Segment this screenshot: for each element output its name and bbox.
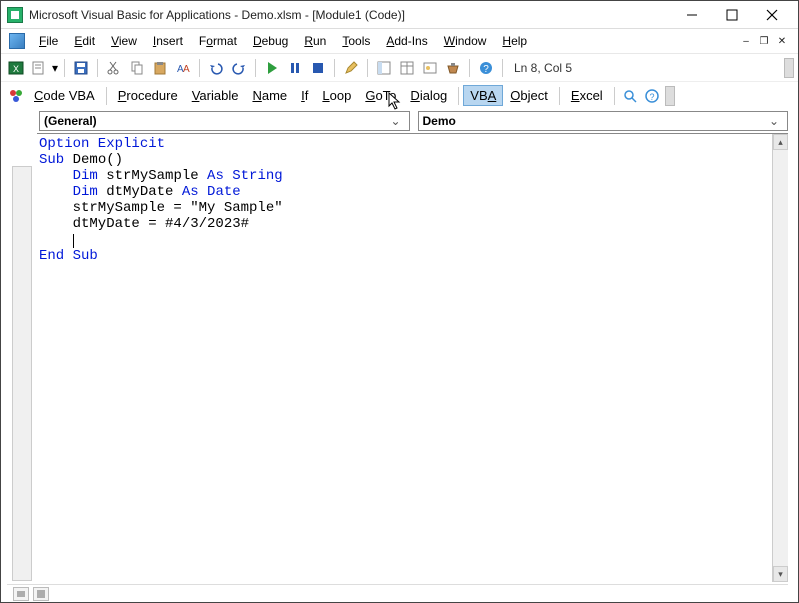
full-module-view-button[interactable] (33, 587, 49, 601)
codevba-menu[interactable]: Code VBA (27, 85, 102, 106)
object-combo[interactable]: (General) ⌄ (39, 111, 410, 131)
maximize-button[interactable] (712, 3, 752, 27)
mdi-close-button[interactable]: ✕ (774, 34, 790, 48)
object-browser-button[interactable] (419, 57, 441, 79)
text-caret (73, 234, 74, 248)
code-text (39, 168, 73, 184)
copy-button[interactable] (126, 57, 148, 79)
menu-help[interactable]: Help (494, 32, 535, 50)
variable-menu[interactable]: Variable (185, 85, 246, 106)
menu-run[interactable]: Run (296, 32, 334, 50)
procedure-combo[interactable]: Demo ⌄ (418, 111, 789, 131)
menu-tools[interactable]: Tools (334, 32, 378, 50)
name-menu[interactable]: Name (245, 85, 294, 106)
code-text: Option Explicit (39, 136, 165, 152)
menu-file[interactable]: File (31, 32, 66, 50)
code-text: As String (207, 168, 283, 184)
find-button[interactable]: AA (172, 57, 194, 79)
undo-button[interactable] (205, 57, 227, 79)
reset-button[interactable] (307, 57, 329, 79)
project-explorer-button[interactable] (373, 57, 395, 79)
chevron-down-icon: ⌄ (387, 114, 405, 128)
window-title: Microsoft Visual Basic for Applications … (29, 8, 672, 22)
paste-button[interactable] (149, 57, 171, 79)
chevron-down-icon: ⌄ (765, 114, 783, 128)
cut-button[interactable] (103, 57, 125, 79)
design-mode-button[interactable] (340, 57, 362, 79)
view-toggle-bar (7, 584, 788, 602)
loop-menu[interactable]: Loop (315, 85, 358, 106)
insert-module-button[interactable] (28, 57, 50, 79)
title-bar: Microsoft Visual Basic for Applications … (1, 1, 798, 29)
search-button[interactable] (619, 85, 641, 107)
code-text: Sub (39, 152, 64, 168)
if-menu[interactable]: If (294, 85, 315, 106)
insert-dropdown[interactable]: ▾ (51, 61, 59, 75)
code-text: End Sub (39, 248, 98, 264)
help2-button[interactable]: ? (641, 85, 663, 107)
minimize-button[interactable] (672, 3, 712, 27)
codevba-toolbar: Code VBA Procedure Variable Name If Loop… (1, 81, 798, 109)
code-text: Dim (73, 168, 98, 184)
dialog-menu[interactable]: Dialog (403, 85, 454, 106)
excel-menu[interactable]: Excel (564, 85, 610, 106)
app-icon (7, 7, 23, 23)
vba-icon[interactable] (9, 33, 25, 49)
toolbox-button[interactable] (442, 57, 464, 79)
menu-format[interactable]: Format (191, 32, 245, 50)
scroll-down-button[interactable]: ▾ (773, 566, 788, 582)
code-pane: Option Explicit Sub Demo() Dim strMySamp… (37, 133, 788, 582)
view-excel-button[interactable]: X (5, 57, 27, 79)
caret-position: Ln 8, Col 5 (508, 61, 578, 75)
procedure-view-button[interactable] (13, 587, 29, 601)
procedure-menu[interactable]: Procedure (111, 85, 185, 106)
properties-button[interactable] (396, 57, 418, 79)
help-button[interactable]: ? (475, 57, 497, 79)
menu-edit[interactable]: Edit (66, 32, 103, 50)
code-text: strMySample = "My Sample" (39, 200, 770, 216)
svg-text:?: ? (483, 64, 489, 75)
code-text: As Date (182, 184, 241, 200)
code-text: strMySample (98, 168, 207, 184)
mdi-restore-button[interactable]: ❐ (756, 34, 772, 48)
object-menu[interactable]: Object (503, 85, 555, 106)
code-text (39, 184, 73, 200)
menu-insert[interactable]: Insert (145, 32, 191, 50)
code-text: dtMyDate (98, 184, 182, 200)
menu-view[interactable]: View (103, 32, 145, 50)
svg-text:?: ? (649, 92, 654, 102)
codevba-icon[interactable] (5, 85, 27, 107)
scroll-up-button[interactable]: ▴ (773, 134, 788, 150)
procedure-combo-value: Demo (423, 114, 766, 128)
vertical-scrollbar[interactable]: ▴ ▾ (772, 134, 788, 582)
toolbar-options[interactable] (784, 58, 794, 78)
save-button[interactable] (70, 57, 92, 79)
vba-menu[interactable]: VBA (463, 85, 503, 106)
goto-menu[interactable]: GoTo (358, 85, 403, 106)
svg-text:X: X (13, 64, 19, 74)
break-button[interactable] (284, 57, 306, 79)
code-text: Demo() (64, 152, 123, 168)
redo-button[interactable] (228, 57, 250, 79)
margin-indicator-bar[interactable] (12, 166, 32, 581)
code-text: dtMyDate = #4/3/2023# (39, 216, 770, 232)
svg-text:A: A (183, 64, 190, 75)
menu-debug[interactable]: Debug (245, 32, 296, 50)
run-button[interactable] (261, 57, 283, 79)
menu-window[interactable]: Window (436, 32, 495, 50)
menu-bar: File Edit View Insert Format Debug Run T… (1, 29, 798, 53)
menu-addins[interactable]: Add-Ins (378, 32, 435, 50)
object-combo-value: (General) (44, 114, 387, 128)
code-text: Dim (73, 184, 98, 200)
toolbar2-options[interactable] (665, 86, 675, 106)
close-button[interactable] (752, 3, 792, 27)
code-pane-selectors: (General) ⌄ Demo ⌄ (1, 109, 798, 133)
code-text (39, 232, 73, 248)
code-editor[interactable]: Option Explicit Sub Demo() Dim strMySamp… (37, 134, 772, 582)
mdi-minimize-button[interactable]: – (738, 34, 754, 48)
standard-toolbar: X ▾ AA ? Ln 8, Col 5 (1, 53, 798, 81)
